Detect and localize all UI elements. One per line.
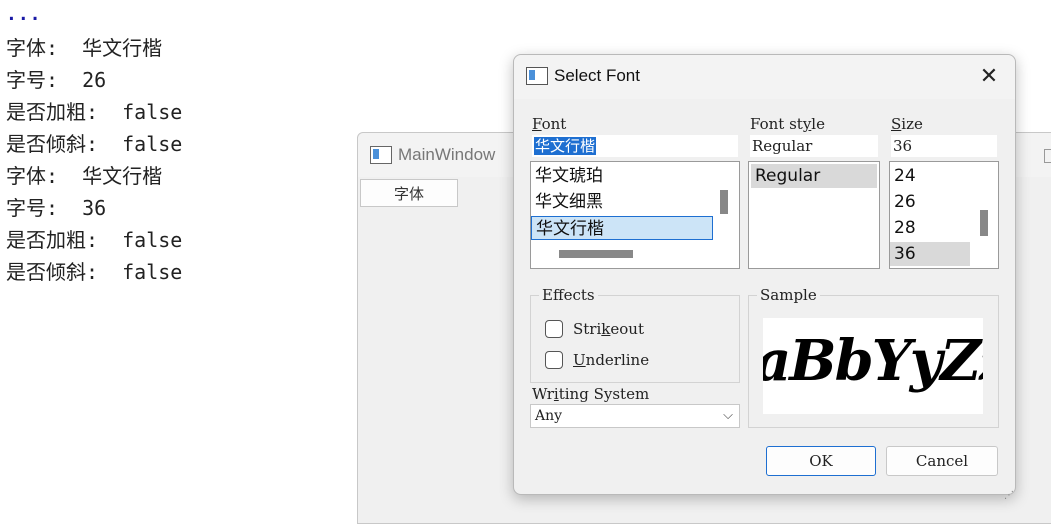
size-list[interactable]: 24 26 28 36 <box>889 161 999 269</box>
size-list-vscroll[interactable] <box>980 210 988 236</box>
sample-title: Sample <box>757 286 820 304</box>
list-item[interactable]: 华文琥珀 <box>531 164 713 188</box>
strikeout-checkbox[interactable] <box>545 320 563 338</box>
select-font-dialog: Select Font ✕ Font 华文行楷 华文琥珀 华文细黑 华文行楷 F… <box>513 54 1016 495</box>
size-input[interactable]: 36 <box>891 135 997 157</box>
underline-checkbox[interactable] <box>545 351 563 369</box>
sample-group: Sample aBbYyZz <box>748 286 999 428</box>
font-style-list[interactable]: Regular <box>748 161 880 269</box>
dialog-title: Select Font <box>554 66 640 85</box>
font-list-hscroll[interactable] <box>559 250 633 258</box>
font-list[interactable]: 华文琥珀 华文细黑 华文行楷 <box>530 161 740 269</box>
sample-preview: aBbYyZz <box>763 318 983 414</box>
strikeout-label[interactable]: Strikeout <box>573 320 644 338</box>
window-control-icon[interactable] <box>1044 149 1051 163</box>
console-line: 是否加粗: false <box>6 228 183 252</box>
list-item[interactable]: 华文细黑 <box>531 190 713 214</box>
underline-label[interactable]: Underline <box>573 351 649 369</box>
writing-system-label: Writing System <box>532 385 650 403</box>
console-line: 是否倾斜: false <box>6 260 183 284</box>
console-line: 字体: 华文行楷 <box>6 164 163 188</box>
list-item[interactable]: 36 <box>890 242 970 266</box>
writing-system-select[interactable]: Any ⌵ <box>530 404 740 428</box>
ok-button[interactable]: OK <box>766 446 876 476</box>
list-item[interactable]: Regular <box>751 164 877 188</box>
font-name-input[interactable]: 华文行楷 <box>532 135 738 157</box>
font-label: Font <box>532 115 567 133</box>
font-name-value: 华文行楷 <box>534 137 597 155</box>
console-line: 是否倾斜: false <box>6 132 183 156</box>
console-line: 字号: 26 <box>6 68 107 92</box>
dialog-window-icon <box>526 67 548 85</box>
effects-title: Effects <box>539 286 598 304</box>
console-line: 是否加粗: false <box>6 100 183 124</box>
writing-system-value: Any <box>535 408 563 424</box>
app-window-icon <box>370 146 392 164</box>
dialog-titlebar[interactable]: Select Font ✕ <box>514 55 1015 99</box>
font-style-label: Font style <box>750 115 825 133</box>
sample-text: aBbYyZz <box>763 328 983 394</box>
main-window-title: MainWindow <box>398 145 496 164</box>
chevron-down-icon: ⌵ <box>723 408 733 423</box>
size-label: Size <box>891 115 923 133</box>
font-style-input[interactable]: Regular <box>750 135 878 157</box>
font-button[interactable]: 字体 <box>360 179 458 207</box>
resize-grip-icon[interactable] <box>1004 483 1014 493</box>
close-icon[interactable]: ✕ <box>976 63 1002 89</box>
list-item[interactable]: 24 <box>890 164 970 188</box>
cancel-button[interactable]: Cancel <box>886 446 998 476</box>
font-list-vscroll[interactable] <box>720 190 728 214</box>
list-item[interactable]: 华文行楷 <box>531 216 713 240</box>
list-item[interactable]: 26 <box>890 190 970 214</box>
list-item[interactable]: 28 <box>890 216 970 240</box>
console-line: 字体: 华文行楷 <box>6 36 163 60</box>
console-line: 字号: 36 <box>6 196 107 220</box>
console-ellipsis: ... <box>6 4 42 25</box>
effects-group: Effects Strikeout Underline <box>530 286 740 383</box>
